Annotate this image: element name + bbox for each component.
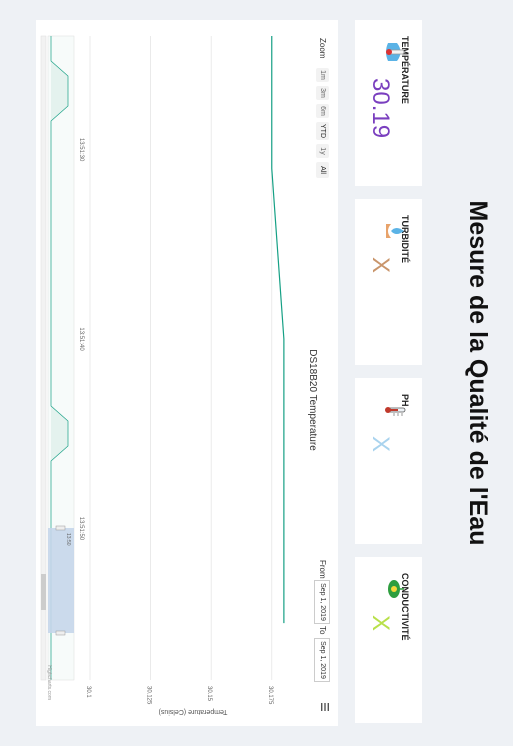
series-line <box>271 36 285 624</box>
x-tick-labels: 13:51:30 13:51:40 13:51:50 <box>78 138 84 541</box>
chart-navigator: 13:50 <box>40 35 75 681</box>
water-drop-hand-icon <box>386 224 404 238</box>
dashboard-frame: Mesure de la Qualité de l'Eau TEMPÉRATUR… <box>0 0 513 746</box>
conductivity-card: CONDUCTIVITÉ X <box>355 557 422 723</box>
conductivity-leaf-icon <box>388 580 404 598</box>
card-value: X <box>367 436 394 453</box>
ph-card: PH X <box>355 378 422 544</box>
chart-grid <box>89 36 273 680</box>
thermometer-icon <box>385 407 406 416</box>
temperature-card: TEMPÉRATURE 30.19 <box>355 20 422 186</box>
chart-series <box>271 36 285 624</box>
card-value: X <box>367 615 394 632</box>
temperature-chart: 30.1 30.125 30.15 30.175 13:51:3013:51:4013… <box>40 35 318 715</box>
card-value: 30.19 <box>367 78 394 139</box>
card-value: X <box>367 257 394 274</box>
y-axis-title: Temperature (Celsius) <box>159 708 228 715</box>
x-tick-label: 13:51:50 <box>78 517 84 541</box>
y-tick-label: 30.15 <box>206 686 212 702</box>
chart-title: DS18B20 Temperature <box>307 349 318 451</box>
scrollbar-thumb <box>41 574 46 610</box>
y-tick-label: 30.175 <box>267 686 273 705</box>
x-tick-label: 13:51:30 <box>78 138 84 162</box>
credits-link[interactable]: Highcharts.com <box>46 665 52 700</box>
x-tick-label: 13:51:40 <box>78 327 84 351</box>
page-title: Mesure de la Qualité de l'Eau <box>464 200 492 546</box>
navigator-label: 13:50 <box>65 533 71 546</box>
thermometer-water-icon <box>386 43 405 61</box>
navigator-handle-left <box>55 525 66 531</box>
turbidity-card: TURBIDITÉ X <box>355 199 422 365</box>
navigator-handle-right <box>55 630 66 636</box>
chart-panel: Zoom 1m 3m 6m YTD 1y All From Sep 1, 201… <box>36 20 338 726</box>
y-tick-labels: 30.1 30.125 30.15 30.175 <box>85 686 273 705</box>
y-tick-label: 30.1 <box>85 686 91 698</box>
y-tick-label: 30.125 <box>146 686 152 705</box>
